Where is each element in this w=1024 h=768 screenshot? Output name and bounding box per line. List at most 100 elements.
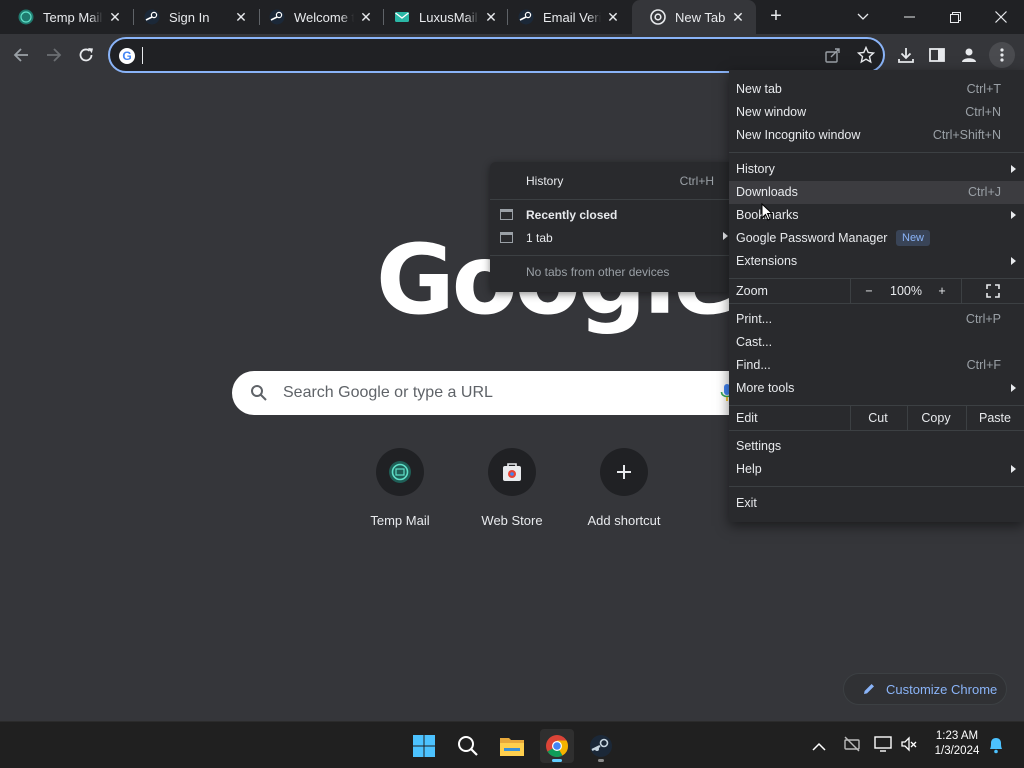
menu-item-downloads[interactable]: Downloads Ctrl+J [729, 181, 1024, 204]
chevron-right-icon [1011, 257, 1016, 265]
chevron-right-icon [1011, 465, 1016, 473]
customize-label: Customize Chrome [886, 681, 998, 697]
tab-title: LuxusMail - [419, 9, 479, 25]
zoom-out-button[interactable]: − [859, 284, 879, 298]
zoom-in-button[interactable]: + [932, 284, 952, 298]
windows-taskbar: 1:23 AM 1/3/2024 [0, 721, 1024, 768]
back-button[interactable] [9, 43, 33, 67]
file-explorer-button[interactable] [495, 729, 529, 763]
running-indicator [598, 759, 604, 762]
shortcut-add[interactable]: Add shortcut [569, 448, 679, 528]
shortcut-web-store[interactable]: Web Store [457, 448, 567, 528]
chrome-taskbar-button[interactable] [540, 729, 574, 763]
downloads-button[interactable] [894, 43, 918, 67]
menu-separator [729, 303, 1024, 304]
close-tab-icon[interactable]: ✕ [358, 9, 374, 25]
menu-item-bookmarks[interactable]: Bookmarks [729, 204, 1024, 227]
tab-welcome[interactable]: Welcome to ✕ [251, 0, 384, 34]
close-window-button[interactable] [978, 0, 1024, 34]
submenu-separator [490, 255, 730, 256]
steam-taskbar-button[interactable] [584, 729, 618, 763]
menu-label: More tools [736, 381, 795, 395]
shortcut-temp-mail[interactable]: Temp Mail [345, 448, 455, 528]
tab-search-button[interactable] [840, 0, 886, 34]
pencil-icon [864, 684, 874, 694]
show-hidden-icons-button[interactable] [812, 738, 826, 756]
steam-icon [590, 735, 612, 757]
tab-luxusmail[interactable]: LuxusMail - ✕ [376, 0, 509, 34]
ntp-search-box[interactable]: Search Google or type a URL [232, 371, 792, 415]
menu-shortcut: Ctrl+N [965, 105, 1001, 119]
menu-item-cast[interactable]: Cast... [729, 331, 1024, 354]
cut-button[interactable]: Cut [850, 411, 906, 425]
menu-label: New window [736, 105, 807, 119]
new-tab-button[interactable]: + [764, 5, 788, 29]
volume-tray-button[interactable] [900, 735, 918, 758]
customize-chrome-button[interactable]: Customize Chrome [843, 673, 1007, 705]
address-input[interactable] [140, 44, 800, 66]
reload-button[interactable] [74, 43, 98, 67]
chrome-menu-button[interactable] [989, 42, 1015, 68]
menu-item-new-tab[interactable]: New tab Ctrl+T [729, 78, 1024, 101]
menu-item-new-incognito[interactable]: New Incognito window Ctrl+Shift+N [729, 124, 1024, 147]
fullscreen-icon[interactable] [986, 284, 1000, 301]
close-tab-icon[interactable]: ✕ [730, 9, 746, 25]
close-tab-icon[interactable]: ✕ [233, 9, 249, 25]
share-icon[interactable] [824, 46, 842, 69]
close-tab-icon[interactable]: ✕ [107, 9, 123, 25]
menu-item-new-window[interactable]: New window Ctrl+N [729, 101, 1024, 124]
tab-temp-mail[interactable]: Temp Mail ✕ [0, 0, 133, 34]
close-tab-icon[interactable]: ✕ [483, 9, 499, 25]
submenu-item-one-tab[interactable]: 1 tab [490, 227, 730, 250]
shortcut-label: Web Store [481, 513, 543, 528]
windows-start-icon [413, 735, 435, 757]
menu-item-exit[interactable]: Exit [729, 492, 1024, 515]
start-button[interactable] [407, 729, 441, 763]
menu-item-history[interactable]: History [729, 158, 1024, 181]
menu-item-help[interactable]: Help [729, 458, 1024, 481]
steam-favicon [269, 9, 285, 25]
steam-favicon [518, 9, 534, 25]
menu-item-more-tools[interactable]: More tools [729, 377, 1024, 400]
clock-time: 1:23 AM [935, 730, 979, 742]
paste-button[interactable]: Paste [966, 411, 1024, 425]
menu-item-find[interactable]: Find... Ctrl+F [729, 354, 1024, 377]
display-tray-button[interactable] [874, 735, 892, 758]
tab-icon [500, 232, 513, 243]
new-badge: New [896, 230, 931, 246]
web-store-icon [503, 463, 521, 481]
menu-label: Exit [736, 496, 757, 510]
tab-new-tab[interactable]: New Tab ✕ [632, 0, 756, 34]
menu-label: Find... [736, 358, 771, 372]
network-tray-button[interactable] [843, 735, 861, 758]
download-icon [898, 48, 914, 63]
close-tab-icon[interactable]: ✕ [605, 9, 621, 25]
menu-separator [729, 152, 1024, 153]
bookmark-star-icon[interactable] [856, 45, 876, 69]
menu-item-print[interactable]: Print... Ctrl+P [729, 308, 1024, 331]
restore-button[interactable] [932, 0, 978, 34]
omnibox[interactable]: G [108, 37, 885, 73]
taskbar-search-button[interactable] [451, 729, 485, 763]
minimize-button[interactable] [886, 0, 932, 34]
submenu-item-history[interactable]: History Ctrl+H [490, 170, 730, 193]
forward-button[interactable] [42, 43, 66, 67]
menu-separator [729, 430, 1024, 431]
menu-zoom-row: Zoom − 100% + [729, 279, 1024, 303]
menu-item-extensions[interactable]: Extensions [729, 250, 1024, 273]
profile-button[interactable] [957, 43, 981, 67]
mouse-pointer-icon [761, 202, 774, 226]
taskbar-clock[interactable]: 1:23 AM 1/3/2024 [926, 729, 988, 759]
zoom-level: 100% [890, 284, 922, 298]
tab-title: Sign In [169, 9, 210, 25]
clock-date: 1/3/2024 [934, 745, 980, 757]
menu-edit-row: Edit Cut Copy Paste [729, 406, 1024, 430]
notification-button[interactable] [988, 736, 1004, 759]
menu-item-settings[interactable]: Settings [729, 435, 1024, 458]
monitor-icon [874, 736, 892, 752]
side-panel-button[interactable] [925, 43, 949, 67]
tab-email-verification[interactable]: Email Verification ✕ [500, 0, 631, 34]
copy-button[interactable]: Copy [907, 411, 965, 425]
tab-sign-in[interactable]: Sign In ✕ [126, 0, 259, 34]
menu-item-password-manager[interactable]: Google Password Manager New [729, 227, 1024, 250]
